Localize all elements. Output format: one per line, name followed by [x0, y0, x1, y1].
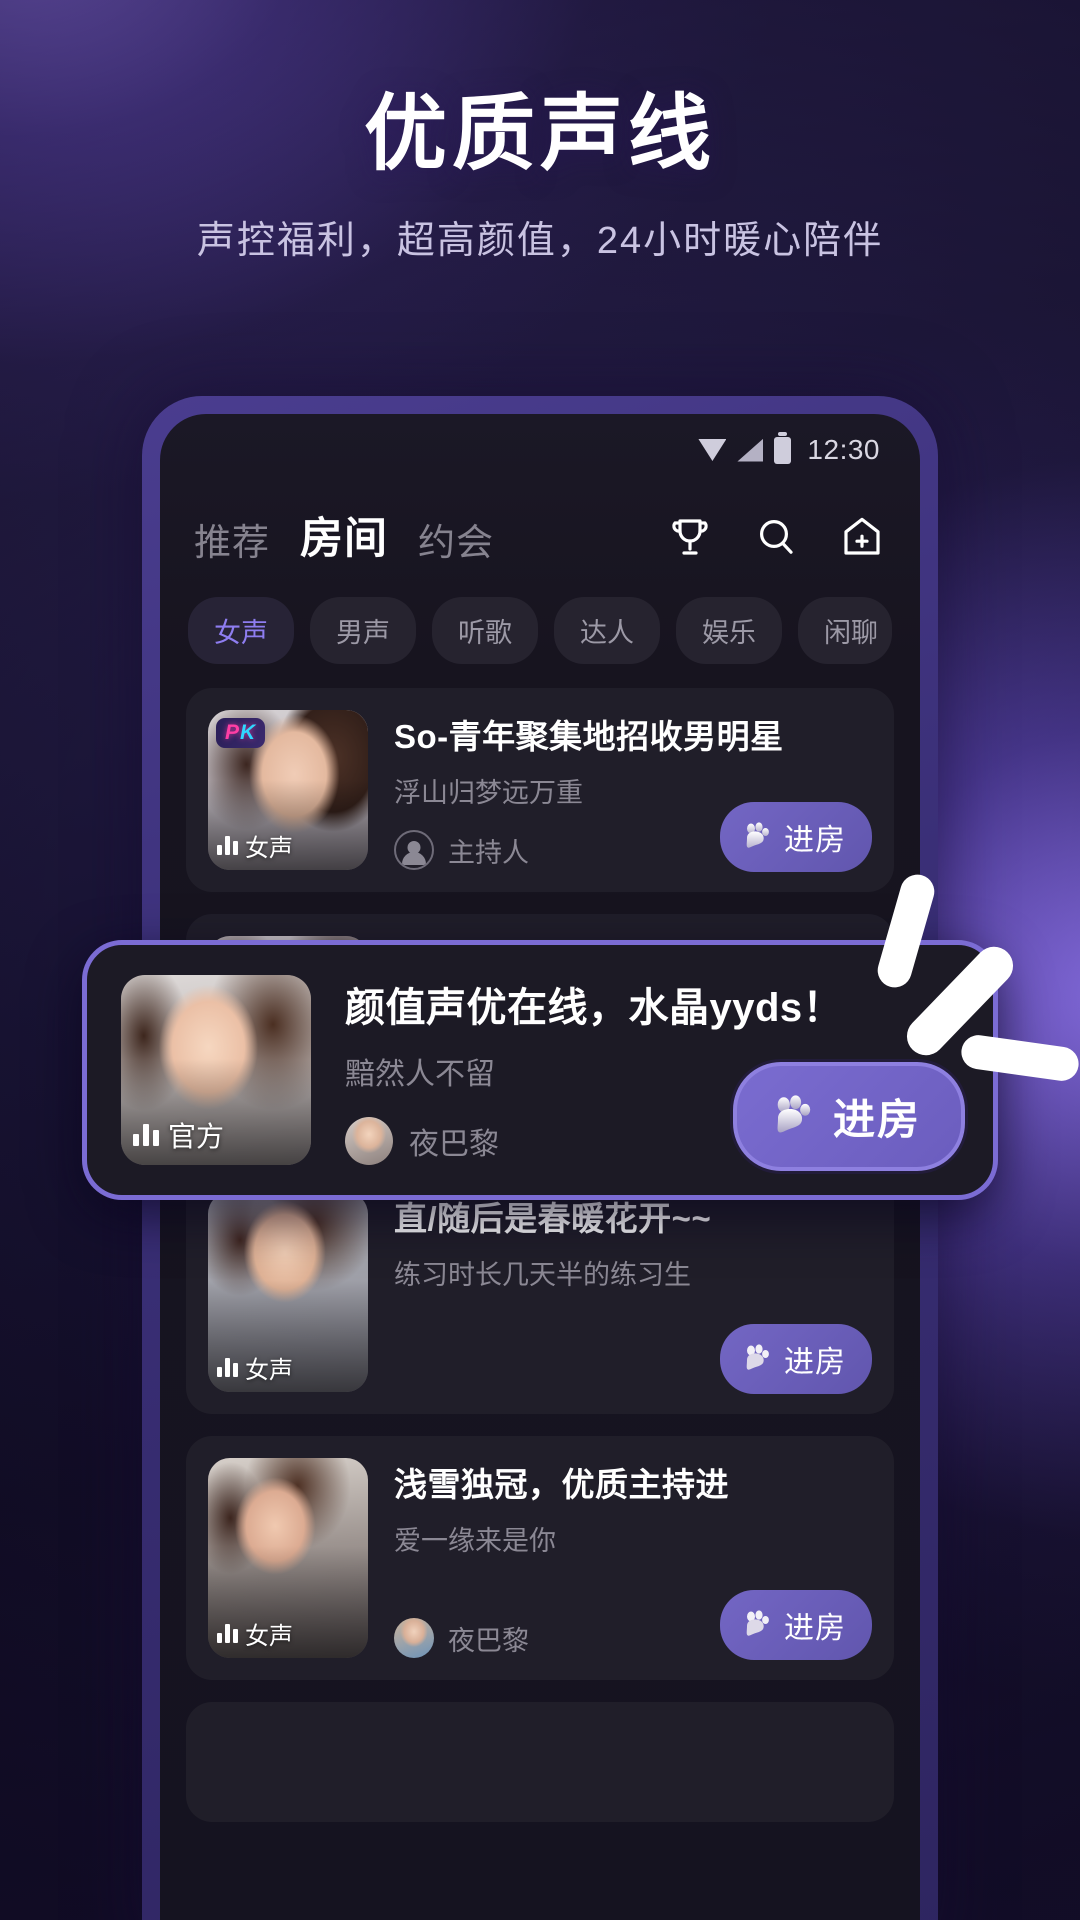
- pk-badge: PK: [216, 718, 266, 748]
- room-info: 颜值声优在线，水晶yyds！ 黯然人不留 夜巴黎 进房: [345, 874, 1079, 1171]
- nav-icon-group: [666, 513, 886, 561]
- status-badge: 官方: [133, 1115, 224, 1155]
- avatar: [394, 830, 434, 870]
- room-subtitle: 爱一缘来是你: [394, 1526, 556, 1556]
- room-title: 浅雪独冠，优质主持进: [394, 1466, 729, 1503]
- status-badge: 女声: [217, 1616, 293, 1651]
- room-thumbnail[interactable]: 女声: [208, 1458, 368, 1658]
- page-title: 优质声线: [364, 87, 716, 180]
- table-row[interactable]: PK 女声 So-青年聚集地招收男明星 浮山归梦远万重 主持人 进房: [186, 688, 894, 892]
- chip-entertainment[interactable]: 娱乐: [676, 597, 782, 664]
- status-bar-time: 12:30: [807, 434, 880, 465]
- badge-label: 女声: [245, 1623, 293, 1650]
- room-thumbnail[interactable]: 官方: [121, 975, 311, 1165]
- signal-icon: [737, 438, 764, 462]
- badge-label: 官方: [168, 1121, 225, 1152]
- paw-icon: [746, 1344, 769, 1370]
- wifi-icon: [698, 439, 727, 461]
- badge-label: 女声: [245, 835, 293, 862]
- chip-male-voice[interactable]: 男声: [310, 597, 416, 664]
- table-row[interactable]: [186, 1702, 894, 1822]
- paw-icon: [777, 1094, 811, 1132]
- add-room-icon[interactable]: [838, 513, 886, 561]
- host-name: 夜巴黎: [409, 1128, 499, 1161]
- room-thumbnail[interactable]: 女声: [208, 1192, 368, 1392]
- filter-chip-row[interactable]: 女声 男声 听歌 达人 娱乐 闲聊: [160, 569, 920, 664]
- trophy-icon[interactable]: [666, 513, 714, 561]
- room-list: PK 女声 So-青年聚集地招收男明星 浮山归梦远万重 主持人 进房 女声 直/…: [160, 664, 920, 1822]
- status-badge: 女声: [217, 828, 293, 863]
- enter-room-label: 进房: [784, 1612, 846, 1645]
- battery-icon: [774, 431, 792, 464]
- equalizer-icon: [217, 836, 238, 855]
- highlighted-room-card-wrapper: 官方 颜值声优在线，水晶yyds！ 黯然人不留 夜巴黎 进房: [72, 874, 1079, 1210]
- equalizer-icon: [217, 1624, 238, 1643]
- equalizer-icon: [217, 1358, 238, 1377]
- tab-bar: 推荐 房间 约会: [194, 496, 494, 569]
- chip-chat[interactable]: 闲聊: [798, 597, 892, 664]
- status-bar: 12:30: [160, 414, 920, 486]
- chip-female-voice[interactable]: 女声: [188, 597, 294, 664]
- tab-recommend[interactable]: 推荐: [194, 512, 270, 569]
- equalizer-icon: [133, 1124, 159, 1146]
- chip-talent[interactable]: 达人: [554, 597, 660, 664]
- enter-room-button[interactable]: 进房: [720, 1324, 872, 1394]
- enter-room-button[interactable]: 进房: [720, 802, 872, 872]
- room-thumbnail[interactable]: PK 女声: [208, 710, 368, 870]
- room-info: 浅雪独冠，优质主持进 爱一缘来是你 夜巴黎 进房: [394, 1458, 872, 1660]
- host-name: 夜巴黎: [448, 1625, 529, 1656]
- chip-listen-songs[interactable]: 听歌: [432, 597, 538, 664]
- enter-room-label: 进房: [784, 1346, 846, 1379]
- paw-icon: [746, 1610, 769, 1636]
- promo-headline: 优质声线 声控福利，超高颜值，24小时暖心陪伴: [0, 92, 1080, 264]
- room-info: 直/随后是春暖花开~~ 练习时长几天半的练习生 进房: [394, 1192, 872, 1394]
- search-icon[interactable]: [752, 513, 800, 561]
- tab-rooms[interactable]: 房间: [300, 504, 388, 569]
- tab-dating[interactable]: 约会: [418, 512, 494, 569]
- avatar: [394, 1618, 434, 1658]
- highlighted-room-card[interactable]: 官方 颜值声优在线，水晶yyds！ 黯然人不留 夜巴黎 进房: [82, 874, 1079, 1200]
- tap-sparkle-icon: [877, 874, 1079, 1081]
- badge-label: 女声: [245, 1357, 293, 1384]
- room-title: So-青年聚集地招收男明星: [394, 718, 784, 755]
- room-info: So-青年聚集地招收男明星 浮山归梦远万重 主持人 进房: [394, 710, 872, 872]
- page-subtitle: 声控福利，超高颜值，24小时暖心陪伴: [196, 220, 884, 262]
- paw-icon: [746, 822, 769, 848]
- top-navigation: 推荐 房间 约会: [160, 486, 920, 569]
- status-badge: 女声: [217, 1350, 293, 1385]
- room-subtitle: 练习时长几天半的练习生: [394, 1260, 691, 1290]
- host-name: 主持人: [448, 837, 529, 868]
- enter-room-label: 进房: [784, 824, 846, 857]
- table-row[interactable]: 女声 浅雪独冠，优质主持进 爱一缘来是你 夜巴黎 进房: [186, 1436, 894, 1680]
- avatar: [345, 1117, 393, 1165]
- enter-room-button[interactable]: 进房: [720, 1590, 872, 1660]
